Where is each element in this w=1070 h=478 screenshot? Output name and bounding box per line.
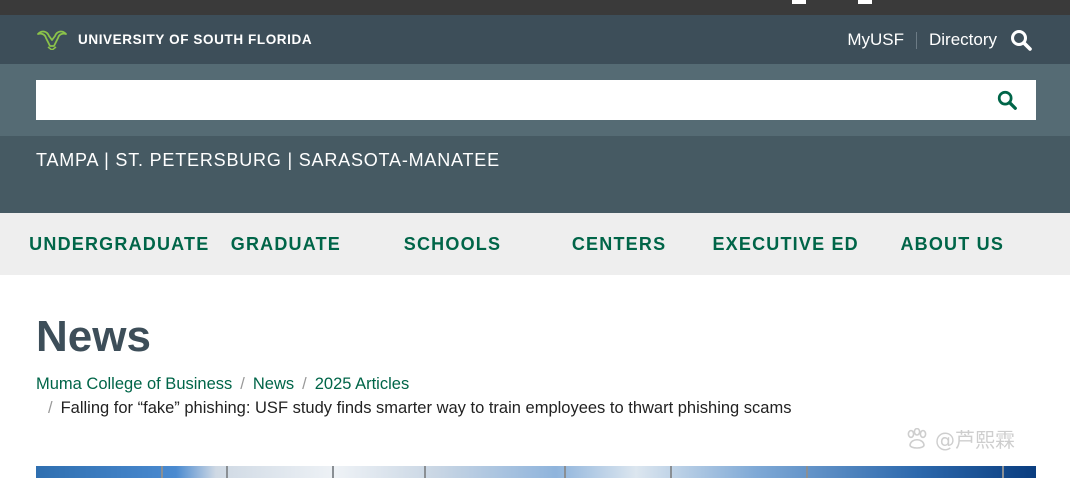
image-detail [226,466,228,478]
directory-link[interactable]: Directory [929,30,997,50]
nav-centers[interactable]: CENTERS [536,213,703,275]
watermark: @芦熙霖 [905,424,1015,453]
breadcrumb-separator: / [302,375,307,393]
image-detail [670,466,672,478]
paw-icon [907,427,927,449]
breadcrumb-link-news[interactable]: News [253,375,294,393]
breadcrumb-separator: / [48,399,53,417]
campus-list: TAMPA | ST. PETERSBURG | SARASOTA-MANATE… [36,150,500,170]
watermark-text: @芦熙霖 [935,428,1015,452]
breadcrumb: Muma College of Business / News / 2025 Artic… [36,372,1036,420]
top-strip [0,0,1070,15]
utility-links: MyUSF Directory [847,28,1033,52]
college-hero: MUMA COLLEGE OF BUSINESS TAMPA | ST. PET… [0,64,1070,213]
bull-horns-icon [37,30,67,50]
nav-graduate[interactable]: GRADUATE [203,213,370,275]
search-box [36,80,1036,120]
usf-logo-link[interactable]: UNIVERSITY OF SOUTH FLORIDA [36,28,312,50]
utility-divider [915,31,917,49]
article-hero-image [36,466,1036,478]
nav-executive-ed[interactable]: EXECUTIVE ED [702,213,869,275]
breadcrumb-link-2025-articles[interactable]: 2025 Articles [315,375,409,393]
top-strip-icon [858,0,872,4]
nav-undergraduate[interactable]: UNDERGRADUATE [29,213,208,275]
search-submit-icon[interactable] [996,89,1018,111]
search-icon[interactable] [1009,28,1033,52]
search-input[interactable] [36,80,976,120]
breadcrumb-separator: / [240,375,245,393]
search-panel [0,64,1070,136]
page-title: News [36,312,151,361]
main-nav: UNDERGRADUATE GRADUATE SCHOOLS CENTERS E… [0,213,1070,275]
image-detail [332,466,334,478]
top-strip-icon [792,0,806,4]
breadcrumb-link-college[interactable]: Muma College of Business [36,375,232,393]
image-detail [1002,466,1004,478]
usf-global-bar: UNIVERSITY OF SOUTH FLORIDA MyUSF Direct… [0,15,1070,64]
breadcrumb-current: Falling for “fake” phishing: USF study f… [60,399,792,417]
image-detail [424,466,426,478]
image-detail [564,466,566,478]
nav-schools[interactable]: SCHOOLS [369,213,536,275]
nav-about-us[interactable]: ABOUT US [869,213,1036,275]
image-detail [161,466,163,478]
myusf-link[interactable]: MyUSF [847,30,904,50]
usf-logo-text: UNIVERSITY OF SOUTH FLORIDA [78,31,313,47]
image-detail [806,466,808,478]
